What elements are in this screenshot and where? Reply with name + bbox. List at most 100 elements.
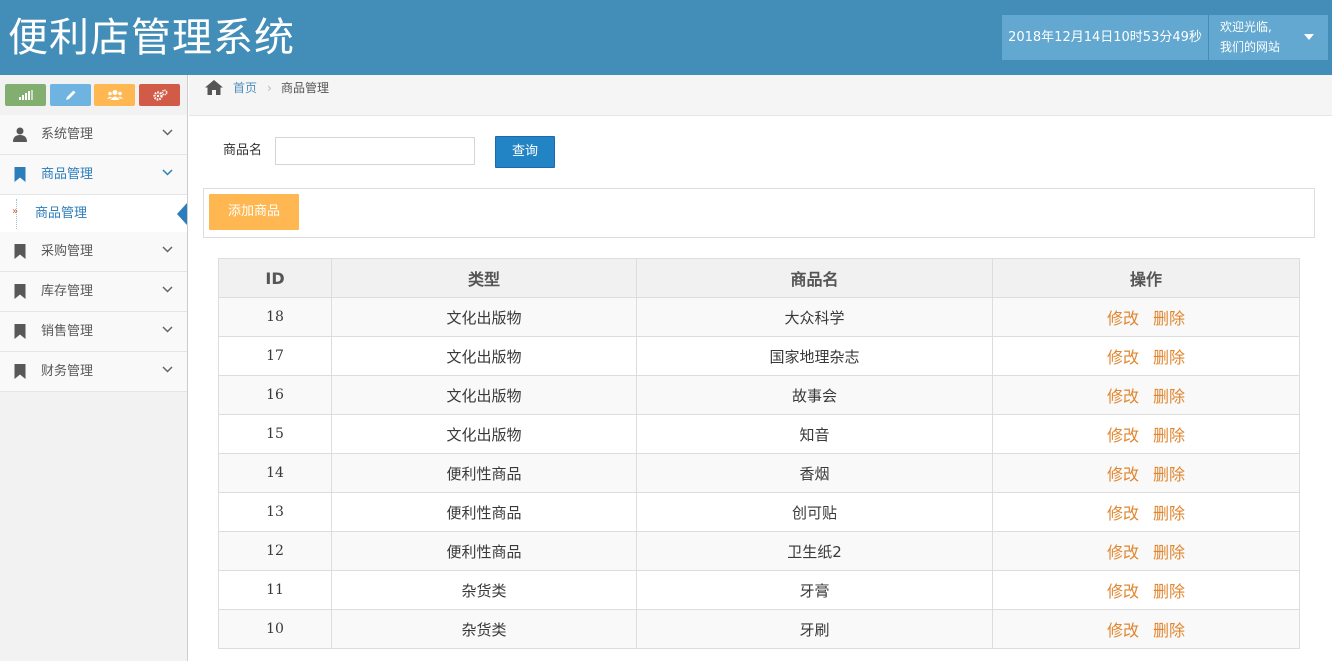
cell-name: 知音 [636, 414, 993, 454]
table-row: 16 文化出版物 故事会 修改 删除 [218, 375, 1300, 415]
column-header-name: 商品名 [636, 258, 993, 298]
table-header-row: ID 类型 商品名 操作 [218, 258, 1300, 298]
cell-type: 文化出版物 [331, 336, 637, 376]
edit-link[interactable]: 修改 [1107, 543, 1139, 562]
pencil-icon [65, 90, 75, 100]
cell-type: 便利性商品 [331, 453, 637, 493]
sidebar-item-finance[interactable]: 财务管理 [0, 352, 187, 392]
table-body: 18 文化出版物 大众科学 修改 删除 17 文化出版物 国家地理杂志 修改 删除 16 文化出版物故… [218, 297, 1300, 649]
datetime-display: 2018年12月14日10时53分49秒 [1002, 15, 1208, 60]
sidebar-shortcuts [0, 75, 187, 115]
delete-link[interactable]: 删除 [1153, 504, 1185, 523]
cell-actions: 修改 删除 [992, 531, 1300, 571]
sidebar-item-products[interactable]: 商品管理 [0, 155, 187, 195]
search-label: 商品名 [223, 143, 263, 158]
table-row: 14 便利性商品 香烟 修改 删除 [218, 453, 1300, 493]
delete-link[interactable]: 删除 [1153, 621, 1185, 640]
cell-actions: 修改 删除 [992, 453, 1300, 493]
sidebar-item-inventory[interactable]: 库存管理 [0, 272, 187, 312]
chevron-down-icon [162, 129, 173, 136]
sidebar-item-purchase[interactable]: 采购管理 [0, 232, 187, 272]
cell-actions: 修改 删除 [992, 492, 1300, 532]
delete-link[interactable]: 删除 [1153, 387, 1185, 406]
cell-type: 杂货类 [331, 609, 637, 649]
edit-link[interactable]: 修改 [1107, 465, 1139, 484]
table-row: 10 杂货类 牙刷 修改 删除 [218, 609, 1300, 649]
edit-link[interactable]: 修改 [1107, 348, 1139, 367]
user-menu[interactable]: 欢迎光临, 我们的网站 [1209, 15, 1328, 60]
cogs-icon [152, 89, 168, 101]
cell-name: 故事会 [636, 375, 993, 415]
sidebar-subitem-product-management[interactable]: » 商品管理 [0, 195, 187, 233]
welcome-line-2: 我们的网站 [1220, 40, 1281, 54]
column-header-id: ID [218, 258, 332, 298]
delete-link[interactable]: 删除 [1153, 582, 1185, 601]
cell-actions: 修改 删除 [992, 336, 1300, 376]
breadcrumb: 首页 › 商品管理 [189, 75, 1332, 116]
active-indicator [177, 203, 187, 225]
delete-link[interactable]: 删除 [1153, 426, 1185, 445]
sidebar-item-sales[interactable]: 销售管理 [0, 312, 187, 352]
table-row: 17 文化出版物 国家地理杂志 修改 删除 [218, 336, 1300, 376]
cell-id: 17 [218, 336, 332, 376]
product-name-search-input[interactable] [275, 137, 475, 165]
bookmark-icon [14, 167, 26, 182]
cell-actions: 修改 删除 [992, 297, 1300, 337]
user-icon [13, 127, 27, 142]
edit-link[interactable]: 修改 [1107, 426, 1139, 445]
breadcrumb-home-link[interactable]: 首页 [233, 75, 257, 101]
signal-icon [18, 90, 33, 100]
delete-link[interactable]: 删除 [1153, 348, 1185, 367]
search-button[interactable]: 查询 [495, 136, 555, 168]
edit-link[interactable]: 修改 [1107, 387, 1139, 406]
sidebar-item-system[interactable]: 系统管理 [0, 115, 187, 155]
table-row: 12 便利性商品 卫生纸2 修改 删除 [218, 531, 1300, 571]
cell-actions: 修改 删除 [992, 570, 1300, 610]
shortcut-users-button[interactable] [94, 84, 135, 106]
cell-id: 18 [218, 297, 332, 337]
edit-link[interactable]: 修改 [1107, 309, 1139, 328]
bookmark-icon [14, 324, 26, 339]
home-icon[interactable] [205, 80, 223, 95]
column-header-actions: 操作 [992, 258, 1300, 298]
column-header-type: 类型 [331, 258, 637, 298]
edit-link[interactable]: 修改 [1107, 582, 1139, 601]
table-row: 11 杂货类 牙膏 修改 删除 [218, 570, 1300, 610]
chevron-down-icon [162, 246, 173, 253]
caret-down-icon [1304, 34, 1314, 40]
edit-link[interactable]: 修改 [1107, 504, 1139, 523]
cell-actions: 修改 删除 [992, 414, 1300, 454]
chevron-down-icon [162, 366, 173, 373]
delete-link[interactable]: 删除 [1153, 309, 1185, 328]
top-header: 便利店管理系统 2018年12月14日10时53分49秒 欢迎光临, 我们的网站 [0, 0, 1332, 75]
delete-link[interactable]: 删除 [1153, 543, 1185, 562]
edit-link[interactable]: 修改 [1107, 621, 1139, 640]
shortcut-pencil-button[interactable] [50, 84, 91, 106]
chevron-down-icon [162, 286, 173, 293]
add-product-button[interactable]: 添加商品 [209, 194, 299, 230]
cell-name: 香烟 [636, 453, 993, 493]
cell-id: 12 [218, 531, 332, 571]
chevron-down-icon [162, 326, 173, 333]
cell-type: 文化出版物 [331, 375, 637, 415]
users-icon [106, 90, 123, 100]
cell-type: 文化出版物 [331, 297, 637, 337]
table-row: 13 便利性商品 创可贴 修改 删除 [218, 492, 1300, 532]
sidebar-item-label: 销售管理 [41, 324, 94, 339]
cell-id: 15 [218, 414, 332, 454]
cell-id: 14 [218, 453, 332, 493]
products-table: ID 类型 商品名 操作 18 文化出版物 大众科学 修改 删除 17 文化出版物 国家地理杂… [218, 258, 1300, 649]
cell-type: 文化出版物 [331, 414, 637, 454]
chevron-down-icon [162, 169, 173, 176]
table-row: 18 文化出版物 大众科学 修改 删除 [218, 297, 1300, 337]
cell-actions: 修改 删除 [992, 609, 1300, 649]
shortcut-signal-button[interactable] [5, 84, 46, 106]
cell-type: 杂货类 [331, 570, 637, 610]
cell-name: 牙膏 [636, 570, 993, 610]
shortcut-cogs-button[interactable] [139, 84, 180, 106]
delete-link[interactable]: 删除 [1153, 465, 1185, 484]
cell-name: 卫生纸2 [636, 531, 993, 571]
cell-id: 16 [218, 375, 332, 415]
cell-name: 创可贴 [636, 492, 993, 532]
sidebar-item-label: 商品管理 [41, 167, 94, 182]
